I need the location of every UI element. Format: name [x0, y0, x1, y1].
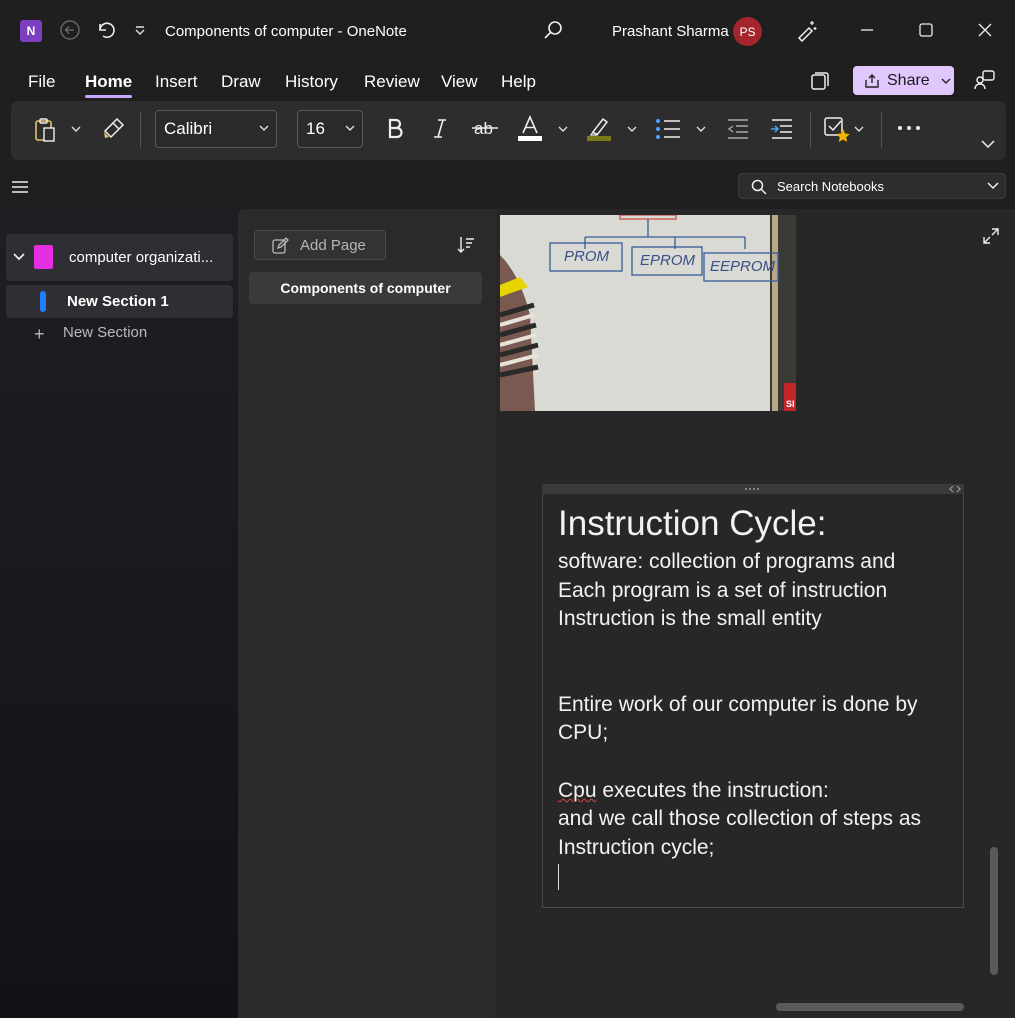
onenote-app-icon: N	[20, 20, 42, 42]
chevron-down-icon	[345, 125, 355, 131]
embedded-whiteboard-image[interactable]: PROM EPROM EEPROM SI	[500, 215, 796, 411]
highlight-icon[interactable]	[585, 114, 613, 142]
magic-wand-icon[interactable]	[795, 18, 819, 42]
decrease-indent-icon[interactable]	[724, 116, 752, 142]
share-icon	[865, 73, 879, 88]
expand-fullscreen-icon[interactable]	[980, 225, 1002, 247]
note-line[interactable]: CPU;	[558, 721, 608, 745]
highlight-dropdown-icon[interactable]	[625, 122, 639, 136]
back-icon[interactable]	[58, 18, 82, 42]
sort-icon[interactable]	[455, 234, 477, 256]
strikethrough-icon[interactable]: ab	[471, 116, 499, 140]
paste-icon[interactable]	[32, 116, 58, 144]
search-icon[interactable]	[541, 18, 565, 42]
add-page-label: Add Page	[300, 236, 366, 254]
note-container-handle[interactable]	[542, 484, 964, 494]
italic-icon[interactable]	[428, 116, 452, 140]
font-size-value: 16	[306, 119, 325, 138]
search-notebooks-box[interactable]: Search Notebooks	[738, 173, 1006, 199]
whiteboard-label-eprom: EPROM	[640, 252, 696, 269]
avatar[interactable]: PS	[733, 17, 762, 46]
undo-icon[interactable]	[93, 18, 117, 42]
menu-file[interactable]: File	[28, 72, 55, 92]
note-line-rest: executes the instruction:	[596, 779, 829, 802]
note-line[interactable]: Entire work of our computer is done by	[558, 693, 918, 717]
add-page-button[interactable]: Add Page	[254, 230, 386, 260]
vertical-scrollbar[interactable]	[990, 847, 998, 975]
note-line[interactable]: Instruction is the small entity	[558, 607, 822, 631]
quick-access-dropdown-icon[interactable]	[128, 18, 152, 42]
ribbon-divider	[810, 112, 811, 148]
whiteboard-label-eeprom: EEPROM	[710, 258, 776, 275]
misspelled-word[interactable]: Cpu	[558, 779, 597, 802]
font-color-dropdown-icon[interactable]	[556, 122, 570, 136]
ribbon-divider	[881, 112, 882, 148]
search-icon	[751, 179, 767, 195]
font-name-dropdown[interactable]: Calibri	[155, 110, 277, 148]
page-list-pane	[238, 209, 495, 1018]
font-size-dropdown[interactable]: 16	[297, 110, 363, 148]
menu-insert[interactable]: Insert	[155, 72, 198, 92]
section-color-tab	[40, 291, 46, 312]
maximize-icon[interactable]	[914, 18, 938, 42]
note-line[interactable]: Instruction cycle;	[558, 836, 714, 860]
menu-home[interactable]: Home	[85, 72, 132, 92]
paste-dropdown-icon[interactable]	[69, 122, 83, 136]
note-line[interactable]: and we call those collection of steps as	[558, 807, 921, 831]
window-title: Components of computer - OneNote	[165, 23, 407, 40]
menu-view[interactable]: View	[441, 72, 478, 92]
menu-history[interactable]: History	[285, 72, 338, 92]
chevron-down-icon	[259, 125, 269, 131]
notebook-icon	[34, 245, 53, 269]
active-tab-indicator	[85, 95, 132, 98]
section-name: New Section 1	[67, 293, 169, 310]
title-bar: N Components of computer - OneNote Prash…	[0, 0, 1015, 62]
search-placeholder: Search Notebooks	[777, 178, 884, 194]
user-name[interactable]: Prashant Sharma	[612, 23, 729, 40]
menu-draw[interactable]: Draw	[221, 72, 261, 92]
share-label: Share	[887, 71, 930, 89]
new-page-icon	[272, 237, 289, 254]
minimize-icon[interactable]	[855, 18, 879, 42]
plus-icon[interactable]: +	[34, 324, 45, 345]
feedback-icon[interactable]	[973, 68, 997, 92]
note-heading[interactable]: Instruction Cycle:	[558, 504, 826, 544]
whiteboard-edge-text: SI	[786, 399, 795, 409]
note-line[interactable]: Cpu executes the instruction:	[558, 779, 829, 803]
app-icon-letter: N	[26, 24, 36, 38]
hamburger-menu-icon[interactable]	[10, 178, 30, 196]
increase-indent-icon[interactable]	[768, 116, 796, 142]
menu-review[interactable]: Review	[364, 72, 420, 92]
share-button[interactable]: Share	[853, 66, 954, 95]
more-options-icon[interactable]	[896, 118, 922, 138]
chevron-down-icon	[987, 182, 999, 190]
menu-help[interactable]: Help	[501, 72, 536, 92]
tag-dropdown-icon[interactable]	[852, 122, 866, 136]
format-painter-icon[interactable]	[100, 116, 126, 142]
font-color-icon[interactable]	[516, 114, 544, 142]
chevron-down-icon[interactable]	[12, 250, 26, 264]
page-item-components-of-computer[interactable]: Components of computer	[249, 272, 482, 304]
chevron-down-icon	[941, 78, 951, 84]
ribbon-divider	[140, 112, 141, 148]
new-section-button[interactable]: New Section	[63, 324, 147, 341]
notebook-name: computer organizati...	[69, 249, 214, 266]
tag-todo-icon[interactable]	[822, 114, 852, 144]
note-line[interactable]: software: collection of programs and	[558, 550, 895, 574]
ribbon-expand-icon[interactable]	[978, 136, 998, 152]
whiteboard-label-prom: PROM	[564, 248, 609, 265]
horizontal-scrollbar[interactable]	[776, 1003, 964, 1011]
bold-icon[interactable]	[383, 116, 407, 140]
bullets-icon[interactable]	[654, 116, 682, 142]
text-cursor	[558, 864, 559, 890]
note-line[interactable]: Each program is a set of instruction	[558, 579, 887, 603]
font-name-value: Calibri	[164, 119, 213, 138]
immersive-reader-icon[interactable]	[808, 69, 832, 93]
bullets-dropdown-icon[interactable]	[694, 122, 708, 136]
close-icon[interactable]	[973, 18, 997, 42]
